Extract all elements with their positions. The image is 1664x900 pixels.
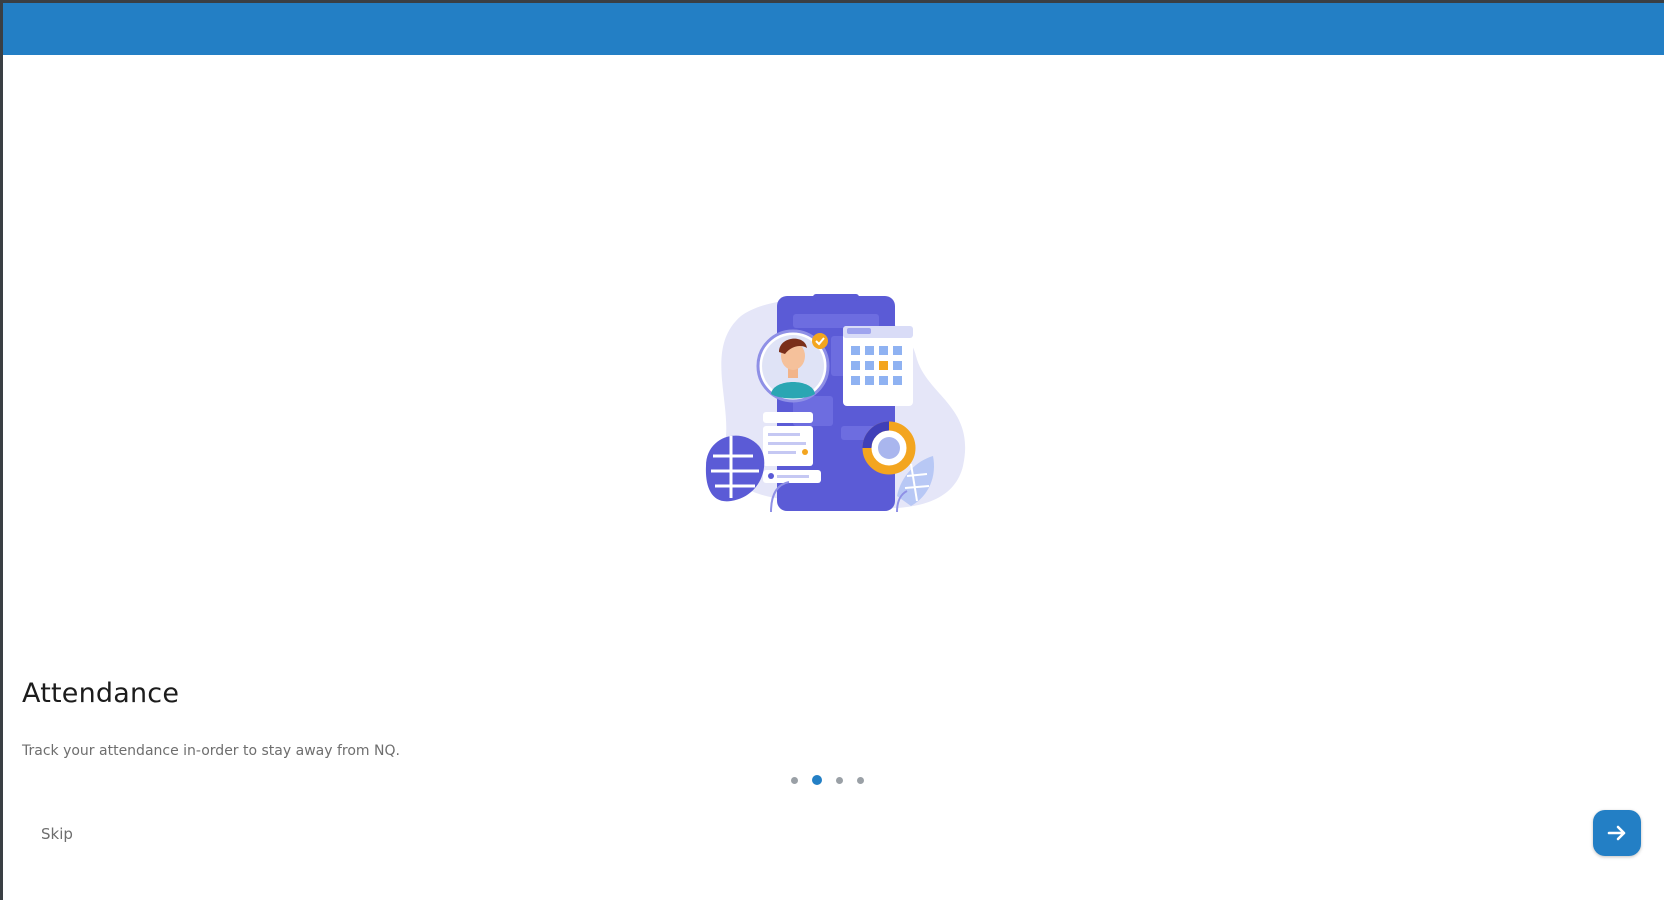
app-bar: [3, 3, 1664, 55]
arrow-right-icon: [1607, 825, 1626, 841]
page-dot-1[interactable]: [791, 776, 798, 784]
app-window: Attendance Track your attendance in-orde…: [3, 3, 1664, 900]
onboarding-title: Attendance: [22, 678, 180, 709]
page-dot-2[interactable]: [812, 775, 822, 785]
attendance-illustration: [701, 286, 971, 526]
next-button[interactable]: [1593, 810, 1641, 856]
skip-button[interactable]: Skip: [41, 825, 73, 843]
page-dot-4[interactable]: [857, 776, 864, 784]
page-dot-3[interactable]: [836, 776, 843, 784]
page-indicator: [791, 775, 864, 785]
onboarding-description: Track your attendance in-order to stay a…: [22, 743, 400, 759]
